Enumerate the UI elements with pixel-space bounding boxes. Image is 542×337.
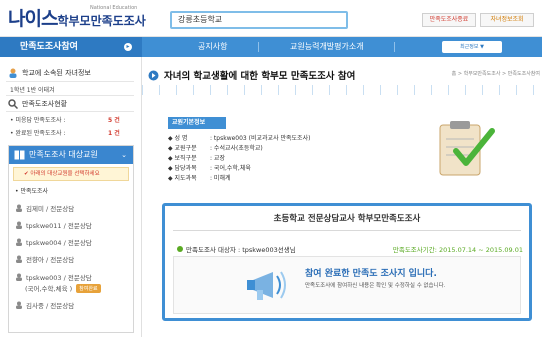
arrow-circle-icon (148, 70, 159, 80)
megaphone-icon (247, 271, 286, 300)
teacher-info-label: 교원기본정보 (168, 117, 226, 129)
sidebar: 학교에 소속된 자녀정보 1학년 1반 이태겨 만족도조사현황 • 미응답 만족… (0, 57, 142, 337)
school-name-field[interactable]: 강릉초등학교 (170, 11, 348, 29)
chevron-down-icon[interactable]: ⌄ (121, 146, 127, 164)
child-info-title: 학교에 소속된 자녀정보 (22, 69, 91, 77)
clipboard-check-icon (439, 121, 495, 176)
teacher-item[interactable]: 전향아 / 전문상담 (15, 254, 74, 264)
teacher-name: tpskwe003 / 전문상담 (26, 274, 92, 282)
info-key: ◆ 교원구분 (168, 145, 197, 152)
logo-sub: National Education (90, 5, 138, 11)
divider (6, 95, 134, 96)
teacher-name: 김사중 / 전문상담 (26, 302, 75, 310)
header: 나이스 학부모만족도조사 National Education 강릉초등학교 만… (0, 0, 542, 37)
teacher-item-selected[interactable]: tpskwe003 / 전문상담 (국어,수학,체육 ) 참여완료 (15, 272, 101, 293)
info-key: ◆ 담당과목 (168, 165, 197, 172)
person-icon (16, 221, 22, 229)
page-title-text: 자녀의 학교생활에 대한 학부모 만족도조사 참여 (164, 71, 356, 82)
nav-divider (394, 42, 395, 52)
survey-period: 만족도조사기간: 2015.07.14 ~ 2015.09.01 (392, 246, 523, 254)
logo-main: 나이스 (8, 8, 58, 30)
target-teacher-panel: 만족도조사 대상교원 ⌄ ✔ 아래의 대상교원을 선택하세요 • 만족도조사 김… (8, 145, 134, 333)
survey-status-title: 만족도조사현황 (22, 100, 68, 108)
survey-menu-item[interactable]: • 만족도조사 (15, 186, 48, 195)
info-value: : tpskwe003 (비교과교사 만족도조사) (210, 135, 311, 142)
nav-eval-intro[interactable]: 교원능력개발평가소개 (290, 37, 364, 57)
info-key: ◆ 성 명 (168, 135, 188, 142)
nav-left-label: 만족도조사참여 (20, 42, 78, 52)
nav-notice[interactable]: 공지사항 (198, 37, 227, 57)
panel-title-text: 만족도조사 대상교원 (29, 150, 98, 159)
divider (6, 111, 134, 112)
person-icon (16, 238, 22, 246)
top-nav: 만족도조사참여 ▸ 공지사항 교원능력개발평가소개 최근정보 ▼ (0, 37, 542, 57)
recent-info-dropdown[interactable]: 최근정보 ▼ (442, 41, 502, 53)
green-dot-icon (177, 246, 183, 252)
teacher-name: 전향아 / 전문상담 (26, 256, 75, 264)
teacher-subjects-row: (국어,수학,체육 ) 참여완료 (15, 283, 101, 293)
info-row-subject: ◆ 담당과목 : 국어,수학,체육 (168, 163, 251, 172)
completed-count[interactable]: 1 건 (108, 128, 120, 137)
info-value: : 교장 (210, 155, 225, 162)
person-icon (16, 301, 22, 309)
logo-title: 학부모만족도조사 (57, 14, 146, 28)
divider (6, 81, 134, 82)
completed-badge: 참여완료 (76, 283, 101, 293)
teacher-subjects: (국어,수학,체육 ) (25, 285, 73, 293)
survey-status-header: 만족도조사현황 (8, 99, 67, 109)
search-icon (8, 99, 18, 109)
completion-title: 참여 완료한 만족도 조사지 입니다. (305, 269, 437, 279)
teacher-item[interactable]: tpskwe004 / 전문상담 (15, 237, 92, 247)
breadcrumb: 홈 > 학부모만족도조사 > 만족도조사참여 (451, 71, 540, 77)
survey-target-text: 만족도조사 대상자 : tpskwe003선생님 (186, 246, 296, 254)
child-class[interactable]: 1학년 1반 이태겨 (10, 85, 55, 94)
logo[interactable]: 나이스 학부모만족도조사 National Education (8, 5, 146, 30)
main-content: 자녀의 학교생활에 대한 학부모 만족도조사 참여 홈 > 학부모만족도조사 >… (142, 57, 542, 337)
info-key: ◆ 지도과목 (168, 175, 197, 182)
teacher-name: tpskwe004 / 전문상담 (26, 239, 92, 247)
child-info-header: 학교에 소속된 자녀정보 (8, 68, 91, 78)
info-row-position: ◆ 보직구분 : 교장 (168, 153, 225, 162)
survey-end-button[interactable]: 만족도조사종료 (422, 13, 476, 27)
person-icon (16, 255, 22, 263)
child-icon (9, 68, 17, 78)
teacher-row: tpskwe003 / 전문상담 (15, 272, 92, 282)
chevron-icon: ▸ (124, 43, 132, 51)
completed-label: • 완료된 만족도조사 : (10, 130, 66, 137)
divider (173, 230, 521, 231)
nav-divider (258, 42, 259, 52)
select-teacher-notice: ✔ 아래의 대상교원을 선택하세요 (13, 167, 129, 181)
info-row-type: ◆ 교원구분 : 수석교사(초등학교) (168, 143, 263, 152)
page-title: 자녀의 학교생활에 대한 학부모 만족도조사 참여 (148, 68, 355, 82)
book-icon (14, 150, 25, 160)
panel-title: 만족도조사 대상교원 ⌄ (9, 146, 133, 164)
teacher-name: 김제미 / 전문상담 (26, 205, 75, 213)
person-icon (16, 204, 22, 212)
info-row-guide: ◆ 지도과목 : 미해계 (168, 173, 231, 182)
info-key: ◆ 보직구분 (168, 155, 197, 162)
child-info-button[interactable]: 자녀정보조회 (480, 13, 534, 27)
nav-survey-participate[interactable]: 만족도조사참여 ▸ (0, 37, 142, 57)
decorative-dots (142, 85, 542, 95)
survey-title: 초등학교 전문상담교사 학부모만족도조사 (273, 214, 421, 224)
person-icon (16, 273, 22, 281)
unanswered-label: • 미응답 만족도조사 : (10, 117, 66, 124)
teacher-item[interactable]: tpskwe011 / 전문상담 (15, 220, 92, 230)
teacher-item[interactable]: 김제미 / 전문상담 (15, 203, 74, 213)
info-value: : 미해계 (210, 175, 231, 182)
teacher-item[interactable]: 김사중 / 전문상담 (15, 300, 74, 310)
info-value: : 수석교사(초등학교) (210, 145, 263, 152)
completion-note: 만족도조사에 참여하신 내용은 확인 및 수정하실 수 없습니다. (305, 283, 446, 289)
survey-box: 초등학교 전문상담교사 학부모만족도조사 만족도조사 대상자 : tpskwe0… (162, 203, 532, 321)
survey-target: 만족도조사 대상자 : tpskwe003선생님 (177, 244, 296, 254)
info-row-name: ◆ 성 명 : tpskwe003 (비교과교사 만족도조사) (168, 133, 310, 142)
teacher-name: tpskwe011 / 전문상담 (26, 222, 92, 230)
unanswered-count[interactable]: 5 건 (108, 115, 120, 124)
info-value: : 국어,수학,체육 (210, 165, 251, 172)
teacher-info-box: 교원기본정보 ◆ 성 명 : tpskwe003 (비교과교사 만족도조사) ◆ … (162, 115, 522, 185)
